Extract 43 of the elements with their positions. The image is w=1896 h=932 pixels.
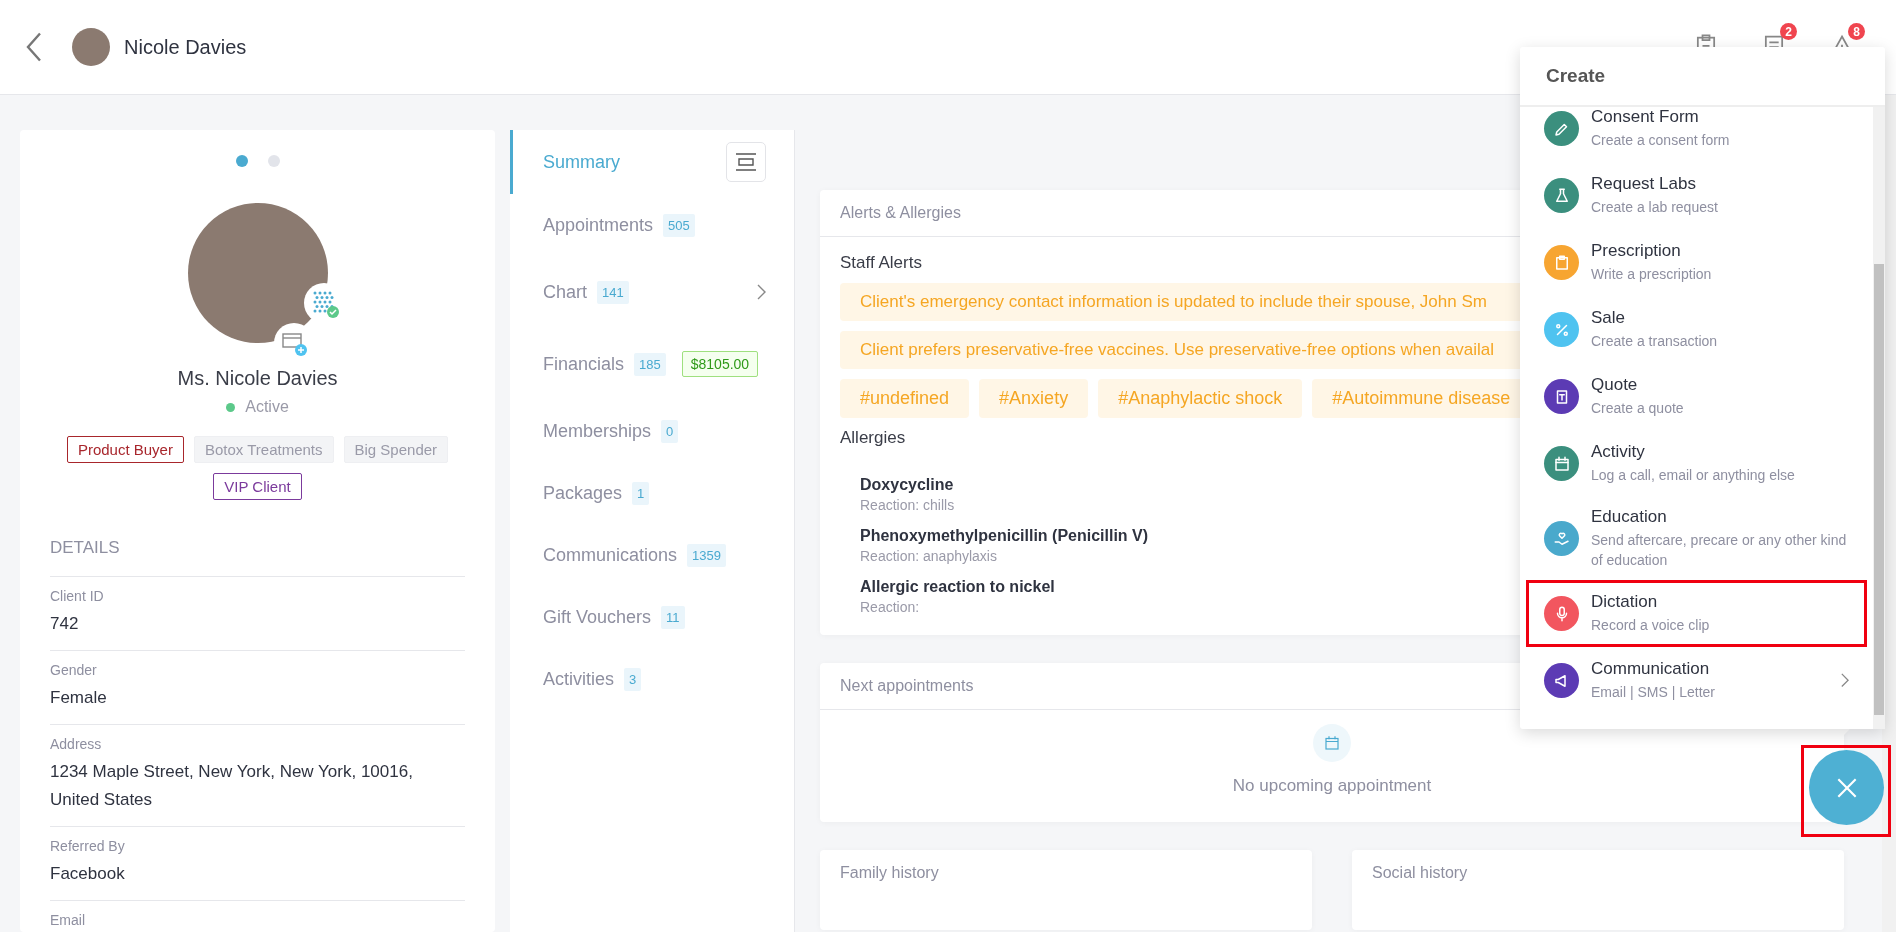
profile-name: Ms. Nicole Davies [177, 367, 338, 390]
card-title: Family history [839, 863, 940, 883]
detail-label: Referred By [50, 838, 126, 855]
menu-title: Create [1520, 47, 1885, 107]
count-badge: 505 [663, 213, 695, 237]
client-tag: Big Spender [343, 436, 449, 463]
count-badge: 0 [661, 419, 679, 443]
allergy-name: Doxycycline [860, 476, 954, 494]
alert-tag: #Anxiety [979, 379, 1089, 418]
client-tag: VIP Client [213, 473, 302, 500]
card-title: Social history [1371, 863, 1469, 883]
section-title: Staff Alerts [840, 253, 922, 273]
amount-badge: $8105.00 [681, 351, 759, 377]
alert-tag: #Anaphylactic shock [1098, 379, 1303, 418]
count-badge: 11 [661, 605, 685, 629]
count-badge: 8 [1848, 23, 1865, 40]
detail-label: Client ID [50, 588, 105, 604]
count-badge: 1359 [687, 543, 726, 567]
detail-label: Address [50, 736, 103, 753]
detail-label: Email [50, 912, 86, 929]
empty-message: No upcoming appointment [1232, 776, 1432, 796]
client-tag: Botox Treatments [193, 436, 334, 463]
count-badge: 141 [597, 280, 629, 304]
detail-value: 742 [50, 613, 80, 635]
allergy-name: Allergic reaction to nickel [860, 578, 1055, 596]
allergy-name: Phenoxymethylpenicillin (Penicillin V) [860, 527, 1149, 545]
detail-value: Female [50, 687, 108, 710]
count-badge: 2 [1780, 23, 1797, 40]
count-badge: 1 [632, 481, 650, 505]
count-badge: 3 [624, 667, 642, 691]
section-title: Allergies [840, 428, 906, 448]
detail-value: 1234 Maple Street, New York, New York, 10016, United States [50, 761, 414, 812]
detail-value: Facebook [50, 863, 126, 886]
client-name: Nicole Davies [124, 35, 247, 59]
allergy-reaction: Reaction: [860, 599, 920, 615]
section-title: DETAILS [50, 538, 465, 577]
alert-tag: #undefined [840, 379, 970, 418]
client-tag: Product Buyer [66, 436, 184, 463]
status-label: Active [245, 398, 289, 416]
allergy-reaction: Reaction: anaphylaxis [860, 548, 997, 564]
detail-label: Gender [50, 662, 98, 679]
allergy-reaction: Reaction: chills [860, 497, 955, 513]
count-badge: 185 [634, 352, 666, 376]
